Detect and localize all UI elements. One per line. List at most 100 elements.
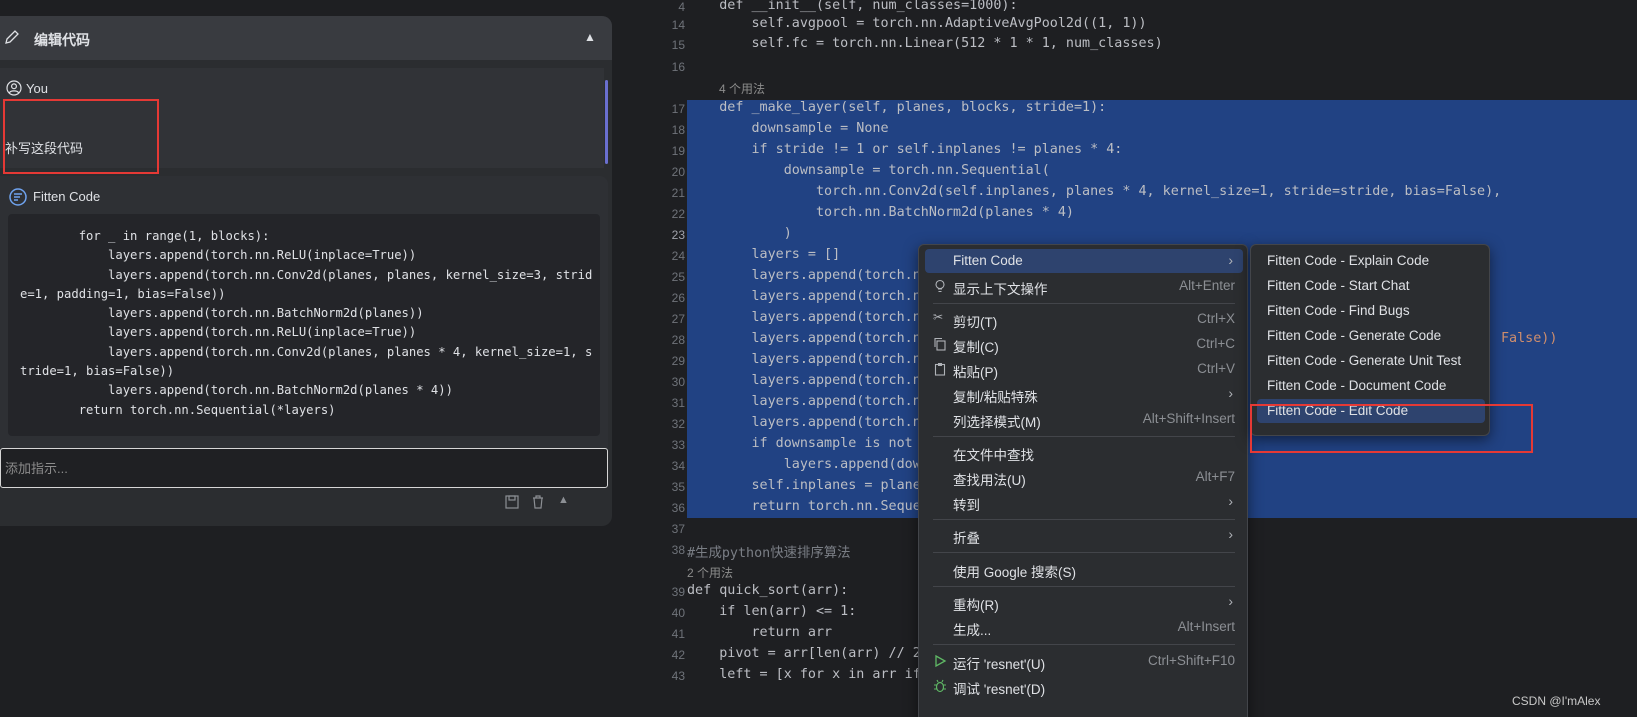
clipboard-icon bbox=[934, 363, 946, 376]
menu-item-label: 复制/粘贴特殊 bbox=[953, 390, 1038, 405]
line-number: 41 bbox=[671, 627, 685, 641]
chevron-right-icon: › bbox=[1228, 593, 1233, 609]
menu-item-google-search[interactable]: 使用 Google 搜索(S) bbox=[925, 557, 1243, 581]
menu-item-fitten-code[interactable]: Fitten Code › bbox=[925, 249, 1243, 273]
code-line: layers.append(torch.n bbox=[687, 310, 921, 325]
menu-item-find-in-files[interactable]: 在文件中查找 bbox=[925, 440, 1243, 464]
menu-item-paste[interactable]: 粘贴(P) Ctrl+V bbox=[925, 357, 1243, 381]
menu-item-label: 使用 Google 搜索(S) bbox=[953, 565, 1077, 580]
code-line: def quick_sort(arr): bbox=[687, 583, 849, 598]
menu-item-label: 显示上下文操作 bbox=[953, 282, 1048, 297]
code-line: if len(arr) <= 1: bbox=[687, 604, 857, 619]
menu-item-label: 调试 'resnet'(D) bbox=[953, 682, 1046, 697]
code-line: layers.append(torch.nn.BatchNorm2d(plane… bbox=[20, 383, 453, 398]
menu-item-label: 生成... bbox=[953, 623, 992, 638]
submenu-item-label: Fitten Code - Start Chat bbox=[1267, 278, 1410, 293]
submenu-item-explain-code[interactable]: Fitten Code - Explain Code bbox=[1257, 249, 1485, 273]
code-line: torch.nn.BatchNorm2d(planes * 4) bbox=[687, 205, 1074, 220]
chevron-right-icon: › bbox=[1228, 526, 1233, 542]
submenu-item-document-code[interactable]: Fitten Code - Document Code bbox=[1257, 374, 1485, 398]
menu-item-label: 运行 'resnet'(U) bbox=[953, 657, 1046, 672]
scissors-icon: ✂ bbox=[933, 310, 944, 324]
menu-item-label: 列选择模式(M) bbox=[953, 415, 1041, 430]
save-icon[interactable] bbox=[504, 494, 520, 510]
menu-item-cut[interactable]: ✂ 剪切(T) Ctrl+X bbox=[925, 307, 1243, 331]
menu-separator bbox=[933, 303, 1235, 304]
pencil-icon bbox=[5, 30, 19, 44]
submenu-item-label: Fitten Code - Document Code bbox=[1267, 378, 1447, 393]
line-number: 18 bbox=[671, 123, 685, 137]
menu-item-folding[interactable]: 折叠 › bbox=[925, 523, 1243, 547]
line-number: 28 bbox=[671, 333, 685, 347]
submenu-item-label: Fitten Code - Find Bugs bbox=[1267, 303, 1410, 318]
menu-item-run[interactable]: 运行 'resnet'(U) Ctrl+Shift+F10 bbox=[925, 649, 1243, 673]
annotation-highlight-box bbox=[3, 99, 159, 174]
menu-item-debug[interactable]: 调试 'resnet'(D) bbox=[925, 674, 1243, 698]
code-line: layers.append(torch.n bbox=[687, 268, 921, 283]
run-icon bbox=[935, 654, 947, 668]
line-number: 23 bbox=[671, 228, 685, 242]
instruction-input[interactable] bbox=[5, 458, 595, 478]
submenu-item-generate-unit-test[interactable]: Fitten Code - Generate Unit Test bbox=[1257, 349, 1485, 373]
watermark: CSDN @I'mAlex bbox=[1512, 694, 1601, 708]
line-number: 40 bbox=[671, 606, 685, 620]
menu-item-goto[interactable]: 转到 › bbox=[925, 490, 1243, 514]
submenu-item-label: Fitten Code - Explain Code bbox=[1267, 253, 1430, 268]
code-line: layers.append(torch.n bbox=[687, 373, 921, 388]
chat-header[interactable]: 编辑代码 ▲ bbox=[0, 16, 612, 60]
code-block[interactable]: for _ in range(1, blocks): layers.append… bbox=[8, 214, 600, 436]
line-number: 38 bbox=[671, 543, 685, 557]
line-number: 43 bbox=[671, 669, 685, 683]
usage-hint[interactable]: 2 个用法 bbox=[687, 564, 733, 581]
lightbulb-icon bbox=[935, 279, 945, 293]
code-line: layers.append(dow bbox=[687, 457, 921, 472]
code-line: layers.append(torch.n bbox=[687, 331, 921, 346]
annotation-highlight-box bbox=[1250, 404, 1533, 453]
code-line: layers.append(torch.nn.ReLU(inplace=True… bbox=[20, 325, 417, 340]
line-number: 24 bbox=[671, 249, 685, 263]
chevron-right-icon: › bbox=[1228, 252, 1233, 268]
code-line: self.fc = torch.nn.Linear(512 * 1 * 1, n… bbox=[687, 36, 1163, 51]
submenu-item-find-bugs[interactable]: Fitten Code - Find Bugs bbox=[1257, 299, 1485, 323]
code-line: def _make_layer(self, planes, blocks, st… bbox=[687, 100, 1107, 115]
fitten-logo-icon bbox=[9, 188, 27, 206]
chat-scrollbar[interactable] bbox=[605, 80, 608, 164]
fitten-chat-panel: 编辑代码 ▲ You 补写这段代码 Fitten Code for _ in r… bbox=[0, 0, 612, 717]
menu-separator bbox=[933, 586, 1235, 587]
line-number: 35 bbox=[671, 480, 685, 494]
menu-item-label: 剪切(T) bbox=[953, 315, 998, 330]
menu-item-label: 在文件中查找 bbox=[953, 448, 1034, 463]
menu-item-show-context-actions[interactable]: 显示上下文操作 Alt+Enter bbox=[925, 274, 1243, 298]
code-line: tride=1, bias=False)) bbox=[20, 364, 175, 379]
assistant-name: Fitten Code bbox=[33, 189, 101, 204]
instruction-input-box[interactable] bbox=[0, 448, 608, 488]
code-comment: #生成python快速排序算法 bbox=[687, 546, 851, 561]
line-number: 34 bbox=[671, 459, 685, 473]
code-line: def __init__(self, num_classes=1000): bbox=[687, 0, 1018, 13]
trash-icon[interactable] bbox=[530, 494, 546, 510]
line-number: 33 bbox=[671, 438, 685, 452]
collapse-up-icon[interactable]: ▲ bbox=[584, 30, 596, 44]
submenu-item-start-chat[interactable]: Fitten Code - Start Chat bbox=[1257, 274, 1485, 298]
line-number: 30 bbox=[671, 375, 685, 389]
line-number: 26 bbox=[671, 291, 685, 305]
line-number: 14 bbox=[671, 18, 685, 32]
collapse-up-icon[interactable]: ▲ bbox=[558, 494, 574, 510]
menu-item-shortcut: Ctrl+X bbox=[1197, 311, 1235, 326]
usage-hint[interactable]: 4 个用法 bbox=[719, 80, 765, 97]
line-number: 15 bbox=[671, 38, 685, 52]
submenu-item-generate-code[interactable]: Fitten Code - Generate Code bbox=[1257, 324, 1485, 348]
code-line: torch.nn.Conv2d(self.inplanes, planes * … bbox=[687, 184, 1502, 199]
menu-item-find-usages[interactable]: 查找用法(U) Alt+F7 bbox=[925, 465, 1243, 489]
code-line: if stride != 1 or self.inplanes != plane… bbox=[687, 142, 1123, 157]
user-name: You bbox=[26, 81, 48, 96]
menu-item-copy[interactable]: 复制(C) Ctrl+C bbox=[925, 332, 1243, 356]
line-number: 20 bbox=[671, 165, 685, 179]
menu-item-generate[interactable]: 生成... Alt+Insert bbox=[925, 615, 1243, 639]
line-number: 25 bbox=[671, 270, 685, 284]
copy-icon bbox=[934, 337, 946, 351]
line-number: 39 bbox=[671, 585, 685, 599]
menu-item-column-selection[interactable]: 列选择模式(M) Alt+Shift+Insert bbox=[925, 407, 1243, 431]
menu-item-refactor[interactable]: 重构(R) › bbox=[925, 590, 1243, 614]
menu-item-copy-paste-special[interactable]: 复制/粘贴特殊 › bbox=[925, 382, 1243, 406]
